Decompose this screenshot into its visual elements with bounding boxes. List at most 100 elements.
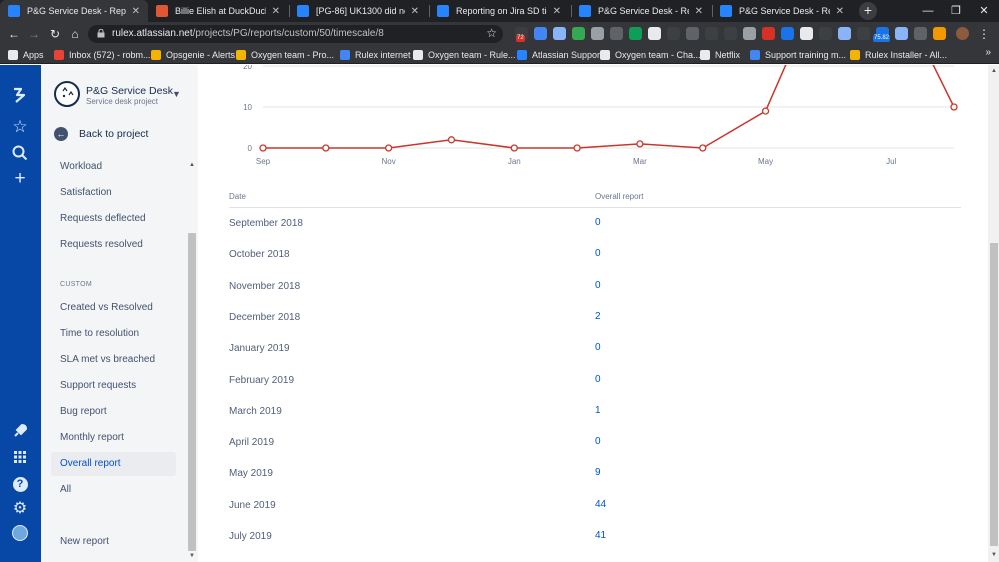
sidebar-item-created-vs-resolved[interactable]: Created vs Resolved [51, 296, 176, 320]
bookmark-item[interactable]: Oxygen team - Rule... [413, 46, 516, 64]
bookmark-item[interactable]: Oxygen team - Cha... [600, 46, 701, 64]
tab-close-icon[interactable]: ✕ [272, 6, 280, 17]
browser-tab[interactable]: P&G Service Desk - Reports ✕ [712, 0, 852, 22]
project-avatar[interactable] [54, 81, 80, 107]
back-arrow-icon[interactable]: ← [5, 25, 23, 43]
table-row-value[interactable]: 1 [595, 405, 601, 416]
sidebar-item-overall-report[interactable]: Overall report [51, 452, 176, 476]
settings-gear-icon[interactable]: ⚙ [10, 499, 30, 519]
address-bar[interactable]: rulex.atlassian.net/projects/PG/reports/… [88, 25, 503, 43]
chevron-down-icon[interactable]: ▼ [172, 89, 181, 99]
browser-tab[interactable]: P&G Service Desk - Reports ✕ [571, 0, 711, 22]
bookmark-item[interactable]: Atlassian Support [517, 46, 603, 64]
bookmark-item[interactable]: Inbox (572) - robm... [54, 46, 151, 64]
layers-extension-icon[interactable] [534, 27, 547, 40]
close-window-icon[interactable]: ✕ [970, 0, 998, 22]
extension-icon[interactable] [610, 27, 623, 40]
table-row-value[interactable]: 41 [595, 530, 606, 541]
help-icon[interactable]: ? [10, 473, 30, 493]
profile-avatar[interactable] [956, 27, 969, 40]
reload-icon[interactable]: ↻ [46, 25, 64, 43]
project-name[interactable]: P&G Service Desk [86, 85, 173, 97]
extension-icon[interactable] [800, 27, 813, 40]
scroll-up-arrow-icon[interactable]: ▲ [991, 68, 997, 74]
sidebar-item-support-requests[interactable]: Support requests [51, 374, 176, 398]
table-row-value[interactable]: 0 [595, 217, 601, 228]
create-icon[interactable]: + [10, 169, 30, 189]
extension-icon[interactable] [838, 27, 851, 40]
extension-icon[interactable] [724, 27, 737, 40]
bookmark-star-icon[interactable]: ☆ [486, 26, 497, 40]
table-row-value[interactable]: 9 [595, 467, 601, 478]
bookmark-item[interactable]: Support training m... [750, 46, 846, 64]
bookmark-item[interactable]: Netflix [700, 46, 740, 64]
forward-arrow-icon[interactable]: → [25, 25, 43, 43]
back-to-project-button[interactable]: ← Back to project [54, 127, 148, 141]
sidebar-item-requests-deflected[interactable]: Requests deflected [51, 207, 176, 231]
table-row-value[interactable]: 0 [595, 248, 601, 259]
table-row-value[interactable]: 44 [595, 499, 606, 510]
bookmarks-overflow-icon[interactable]: » [985, 47, 991, 58]
starred-icon[interactable]: ☆ [10, 117, 30, 137]
page-scroll-thumb[interactable] [990, 243, 998, 546]
bookmark-item[interactable]: Rulex internet [340, 46, 411, 64]
sidebar-item-monthly-report[interactable]: Monthly report [51, 426, 176, 450]
browser-menu-icon[interactable]: ⋮ [975, 25, 993, 43]
extension-icon[interactable] [857, 27, 870, 40]
scroll-down-arrow-icon[interactable]: ▼ [991, 552, 997, 558]
sidebar-item-all[interactable]: All [51, 478, 176, 502]
tab-close-icon[interactable]: ✕ [132, 6, 140, 17]
extension-icon[interactable] [743, 27, 756, 40]
browser-tab[interactable]: Reporting on Jira SD tickets ✕ [429, 0, 569, 22]
sidebar-item-time-to-resolution[interactable]: Time to resolution [51, 322, 176, 346]
browser-tab[interactable]: [PG-86] UK1300 did not com ✕ [289, 0, 427, 22]
table-row-value[interactable]: 2 [595, 311, 601, 322]
bookmark-item[interactable]: Opsgenie - Alerts [151, 46, 235, 64]
scroll-up-arrow-icon[interactable]: ▲ [189, 162, 195, 168]
app-switcher-icon[interactable] [10, 447, 30, 467]
table-row-value[interactable]: 0 [595, 436, 601, 447]
tab-close-icon[interactable]: ✕ [695, 6, 703, 17]
table-row-value[interactable]: 0 [595, 374, 601, 385]
browser-tab[interactable]: Billie Elish at DuckDuckGo ✕ [148, 0, 288, 22]
user-avatar[interactable] [10, 525, 30, 545]
new-report-link[interactable]: New report [51, 530, 176, 554]
extension-icon[interactable] [648, 27, 661, 40]
rocket-icon[interactable] [10, 421, 30, 441]
bookmark-item[interactable]: Apps [8, 46, 44, 64]
extension-icon[interactable] [819, 27, 832, 40]
sidebar-item-workload[interactable]: Workload [51, 160, 176, 179]
extension-icon[interactable] [705, 27, 718, 40]
minimize-icon[interactable]: — [914, 0, 942, 22]
maximize-icon[interactable]: ❐ [942, 0, 970, 22]
bookmark-item[interactable]: Rulex Installer - All... [850, 46, 947, 64]
home-icon[interactable]: ⌂ [66, 25, 84, 43]
table-row-value[interactable]: 0 [595, 280, 601, 291]
extension-icon[interactable] [781, 27, 794, 40]
extension-icon[interactable] [667, 27, 680, 40]
drive-extension-icon[interactable] [572, 27, 585, 40]
tab-close-icon[interactable]: ✕ [836, 6, 844, 17]
sidebar-item-sla-met-vs-breached[interactable]: SLA met vs breached [51, 348, 176, 372]
tab-close-icon[interactable]: ✕ [553, 6, 561, 17]
extension-icon[interactable] [914, 27, 927, 40]
search-icon[interactable] [10, 143, 30, 163]
extension-icon[interactable] [762, 27, 775, 40]
bookmark-item[interactable]: Oxygen team - Pro... [236, 46, 334, 64]
extension-icon[interactable] [553, 27, 566, 40]
jira-service-desk-logo-icon[interactable] [10, 85, 30, 105]
extension-icon[interactable] [686, 27, 699, 40]
new-tab-button[interactable]: + [859, 2, 877, 20]
extension-icon[interactable] [933, 27, 946, 40]
sidebar-item-bug-report[interactable]: Bug report [51, 400, 176, 424]
extension-icon[interactable] [629, 27, 642, 40]
table-row-value[interactable]: 0 [595, 342, 601, 353]
sidebar-scroll-thumb[interactable] [188, 233, 196, 551]
sidebar-item-satisfaction[interactable]: Satisfaction [51, 181, 176, 205]
extension-icon[interactable] [895, 27, 908, 40]
tab-close-icon[interactable]: ✕ [411, 6, 419, 17]
extension-icon[interactable] [591, 27, 604, 40]
sidebar-item-requests-resolved[interactable]: Requests resolved [51, 233, 176, 257]
browser-tab[interactable]: P&G Service Desk - Reports ✕ [0, 0, 148, 22]
scroll-down-arrow-icon[interactable]: ▼ [189, 553, 195, 559]
